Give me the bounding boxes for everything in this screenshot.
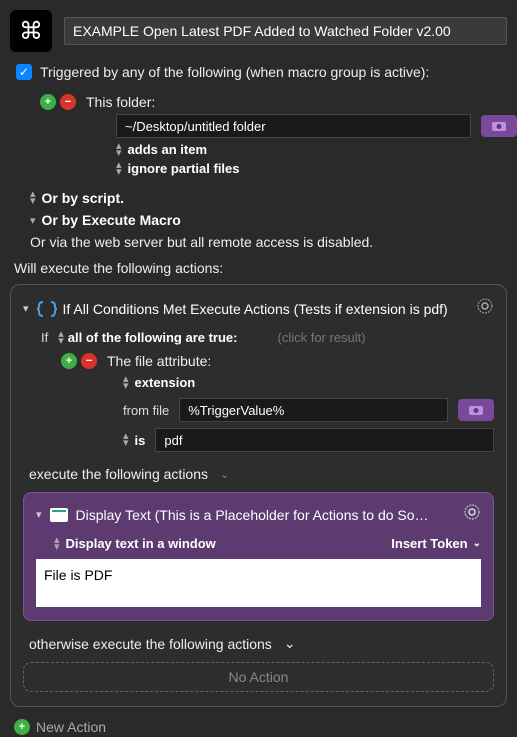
adds-stepper[interactable]: ▴▾ (116, 143, 122, 157)
from-file-label: from file (123, 403, 169, 418)
trigger-checkbox[interactable]: ✓ (16, 64, 32, 80)
insert-token-button[interactable]: Insert Token⌄ (391, 536, 481, 551)
all-following-label: all of the following are true: (68, 330, 238, 345)
trigger-label: Triggered by any of the following (when … (40, 64, 429, 80)
extension-stepper[interactable]: ▴▾ (123, 376, 129, 390)
display-mode-label: Display text in a window (66, 536, 216, 551)
reveal-file-button[interactable] (458, 399, 494, 421)
chevron-down-icon: ⌄ (284, 635, 296, 652)
ignore-partial-label: ignore partial files (128, 161, 240, 176)
display-mode-stepper[interactable]: ▴▾ (54, 537, 60, 551)
remove-condition-button[interactable]: − (81, 353, 97, 369)
window-icon (50, 508, 68, 522)
chevron-down-icon: ⌄ (220, 468, 229, 481)
if-action-title: If All Conditions Met Execute Actions (T… (63, 301, 476, 317)
display-text-textarea[interactable] (36, 559, 481, 607)
add-icon: + (14, 719, 30, 735)
if-label: If (41, 330, 48, 345)
reveal-button[interactable] (481, 115, 517, 137)
gear-icon[interactable] (476, 297, 494, 320)
from-file-input[interactable] (179, 398, 448, 422)
add-condition-button[interactable]: + (61, 353, 77, 369)
display-text-card[interactable]: ▾ Display Text (This is a Placeholder fo… (23, 492, 494, 621)
is-label: is (135, 433, 146, 448)
display-text-title: Display Text (This is a Placeholder for … (76, 507, 463, 523)
folder-label: This folder: (86, 94, 155, 110)
braces-icon (37, 300, 57, 318)
new-action-button[interactable]: + New Action (14, 719, 517, 735)
extension-label: extension (135, 375, 196, 390)
no-action-placeholder[interactable]: No Action (23, 662, 494, 692)
if-action-card[interactable]: ▾ If All Conditions Met Execute Actions … (10, 284, 507, 707)
all-stepper[interactable]: ▴▾ (58, 331, 64, 345)
or-execute-macro-row[interactable]: ▾ Or by Execute Macro (30, 212, 517, 228)
camera-icon (491, 120, 507, 132)
disclosure-icon[interactable]: ▾ (36, 508, 42, 521)
gear-icon[interactable] (463, 503, 481, 526)
add-trigger-button[interactable]: + (40, 94, 56, 110)
macro-title-input[interactable] (64, 17, 507, 45)
camera-icon (468, 404, 484, 416)
remove-trigger-button[interactable]: − (60, 94, 76, 110)
is-stepper[interactable]: ▴▾ (123, 433, 129, 447)
adds-item-label: adds an item (128, 142, 207, 157)
ignore-stepper[interactable]: ▴▾ (116, 162, 122, 176)
or-script-row[interactable]: ▴▾ Or by script. (30, 190, 517, 206)
actions-section-label: Will execute the following actions: (14, 260, 517, 276)
chevron-down-icon: ▾ (30, 214, 36, 227)
macro-icon: ⌘ (10, 10, 52, 52)
execute-actions-row[interactable]: execute the following actions ⌄ (29, 466, 494, 482)
or-web-label: Or via the web server but all remote acc… (30, 234, 517, 250)
folder-path-input[interactable] (116, 114, 471, 138)
is-input[interactable] (155, 428, 494, 452)
disclosure-icon[interactable]: ▾ (23, 302, 29, 315)
otherwise-row[interactable]: otherwise execute the following actions … (29, 635, 494, 652)
click-hint[interactable]: (click for result) (278, 330, 366, 345)
file-attr-label: The file attribute: (107, 353, 211, 369)
